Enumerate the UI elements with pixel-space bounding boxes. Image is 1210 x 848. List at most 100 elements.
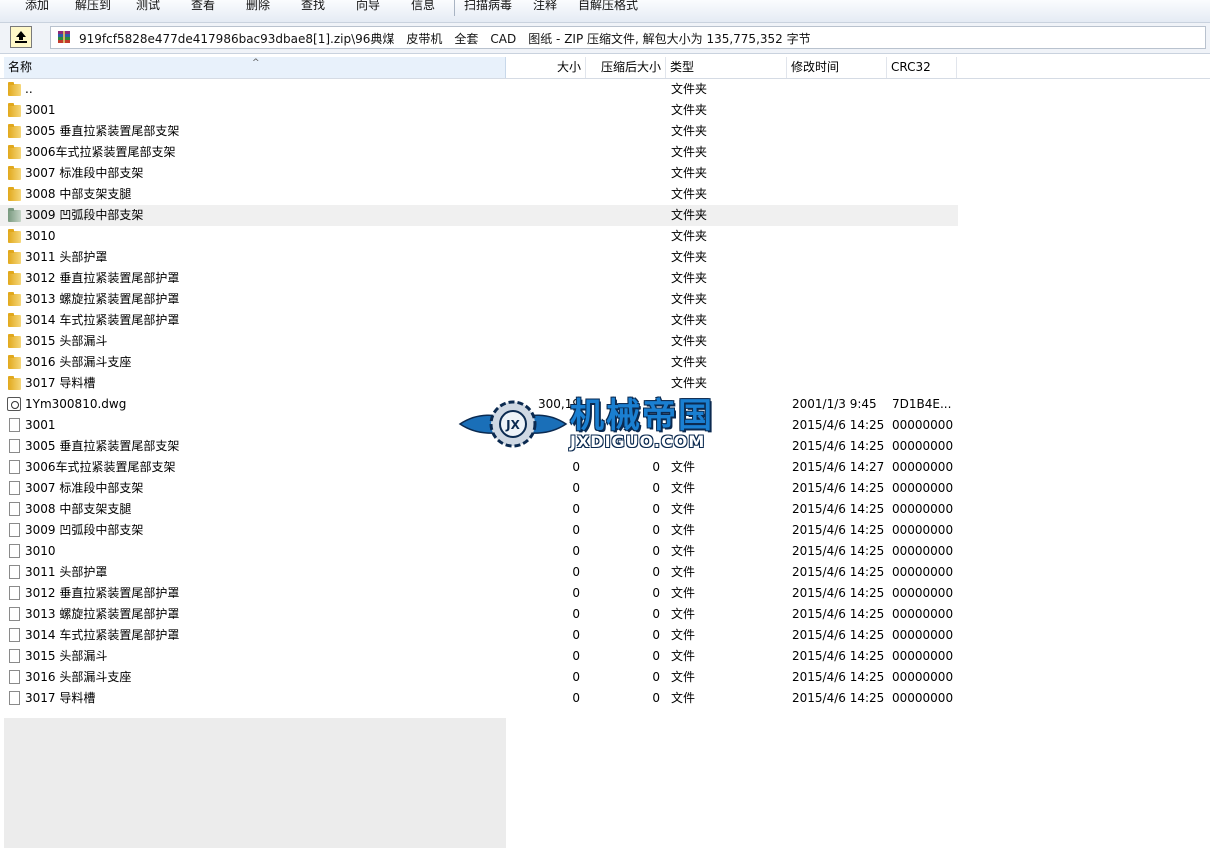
comment-button[interactable]: 注释 bbox=[533, 0, 557, 14]
cell-name: .. bbox=[25, 82, 33, 96]
cell-packed: 0 bbox=[652, 481, 660, 495]
cell-type: 文件夹 bbox=[671, 208, 708, 222]
cell-name: 3008 中部支架支腿 bbox=[25, 502, 132, 516]
cell-type: 文件 bbox=[671, 523, 696, 537]
list-item[interactable]: 3014 车式拉紧装置尾部护罩 0 0 文件 2015/4/6 14:25 0000000… bbox=[0, 625, 958, 646]
cell-size: 0 bbox=[572, 691, 580, 705]
cell-type: 文件 bbox=[671, 544, 696, 558]
cell-crc: 00000000 bbox=[892, 607, 954, 621]
add-button[interactable]: 添加 bbox=[25, 0, 49, 14]
list-item[interactable]: 3012 垂直拉紧装置尾部护罩 0 0 文件 2015/4/6 14:25 0000000… bbox=[0, 583, 958, 604]
header-crc[interactable]: CRC32 bbox=[887, 57, 957, 78]
list-item[interactable]: 3006车式拉紧装置尾部支架 文件夹 bbox=[0, 142, 958, 163]
cell-name: 3017 导料槽 bbox=[25, 376, 96, 390]
cell-name: 3016 头部漏斗支座 bbox=[25, 355, 132, 369]
list-item[interactable]: 3014 车式拉紧装置尾部护罩 文件夹 bbox=[0, 310, 958, 331]
list-item[interactable]: 3012 垂直拉紧装置尾部护罩 文件夹 bbox=[0, 268, 958, 289]
cell-crc: 00000000 bbox=[892, 544, 954, 558]
list-item[interactable]: 3015 头部漏斗 0 0 文件 2015/4/6 14:25 00000000 bbox=[0, 646, 958, 667]
cell-size: 0 bbox=[572, 502, 580, 516]
address-field[interactable]: 919fcf5828e477de417986bac93dbae8[1].zip\… bbox=[50, 26, 1206, 49]
list-item[interactable]: 3006车式拉紧装置尾部支架 0 0 文件 2015/4/6 14:27 00000000 bbox=[0, 457, 958, 478]
up-folder-button[interactable] bbox=[10, 26, 32, 48]
list-item[interactable]: 3007 标准段中部支架 文件夹 bbox=[0, 163, 958, 184]
list-item[interactable]: 3005 垂直拉紧装置尾部支架 文件夹 bbox=[0, 121, 958, 142]
cell-crc: 00000000 bbox=[892, 649, 954, 663]
header-size-label: 大小 bbox=[556, 60, 581, 74]
list-item[interactable]: 3010 0 0 文件 2015/4/6 14:25 00000000 bbox=[0, 541, 958, 562]
header-modified[interactable]: 修改时间 bbox=[787, 57, 887, 78]
wizard-button[interactable]: 向导 bbox=[356, 0, 380, 14]
cell-crc: 00000000 bbox=[892, 628, 954, 642]
list-item[interactable]: 3016 头部漏斗支座 文件夹 bbox=[0, 352, 958, 373]
list-item[interactable]: 3008 中部支架支腿 文件夹 bbox=[0, 184, 958, 205]
cell-type: 文件夹 bbox=[671, 334, 708, 348]
cell-type: 文件夹 bbox=[671, 166, 708, 180]
file-icon bbox=[9, 502, 20, 516]
cell-size: 0 bbox=[572, 586, 580, 600]
delete-button[interactable]: 删除 bbox=[246, 0, 270, 14]
list-item[interactable]: 3007 标准段中部支架 0 0 文件 2015/4/6 14:25 00000000 bbox=[0, 478, 958, 499]
list-item[interactable]: 3008 中部支架支腿 0 0 文件 2015/4/6 14:25 00000000 bbox=[0, 499, 958, 520]
cell-size: 0 bbox=[572, 544, 580, 558]
cell-name: 3010 bbox=[25, 544, 56, 558]
list-item[interactable]: 3009 凹弧段中部支架 0 0 文件 2015/4/6 14:25 00000000 bbox=[0, 520, 958, 541]
cell-type: 文件夹 bbox=[671, 313, 708, 327]
test-button[interactable]: 测试 bbox=[136, 0, 160, 14]
list-item[interactable]: 3016 头部漏斗支座 0 0 文件 2015/4/6 14:25 00000000 bbox=[0, 667, 958, 688]
list-item[interactable]: 3010 文件夹 bbox=[0, 226, 958, 247]
cell-type: 文件夹 bbox=[671, 355, 708, 369]
find-button[interactable]: 查找 bbox=[301, 0, 325, 14]
cell-type: 文件 bbox=[671, 565, 696, 579]
cell-packed: 0 bbox=[652, 628, 660, 642]
toolbar-separator bbox=[454, 0, 455, 16]
sfx-button[interactable]: 自解压格式 bbox=[578, 0, 638, 14]
file-icon bbox=[9, 565, 20, 579]
cell-type: 文件 bbox=[671, 607, 696, 621]
list-item[interactable]: 3001 文件夹 bbox=[0, 100, 958, 121]
folder-icon bbox=[8, 103, 21, 117]
cell-type: 文件夹 bbox=[671, 103, 708, 117]
cell-name: 3017 导料槽 bbox=[25, 691, 96, 705]
header-name[interactable]: 名称 ^ bbox=[4, 57, 506, 78]
extract-to-button[interactable]: 解压到 bbox=[75, 0, 111, 14]
cell-modified: 2015/4/6 14:25 bbox=[792, 607, 885, 621]
list-item[interactable]: 3011 头部护罩 0 0 文件 2015/4/6 14:25 00000000 bbox=[0, 562, 958, 583]
address-path: 919fcf5828e477de417986bac93dbae8[1].zip\… bbox=[79, 32, 811, 46]
folder-icon bbox=[8, 166, 21, 180]
info-button[interactable]: 信息 bbox=[411, 0, 435, 14]
header-size[interactable]: 大小 bbox=[506, 57, 586, 78]
virus-scan-button[interactable]: 扫描病毒 bbox=[464, 0, 512, 14]
up-arrow-icon bbox=[15, 31, 27, 43]
list-item[interactable]: 3017 导料槽 文件夹 bbox=[0, 373, 958, 394]
cell-name: 3015 头部漏斗 bbox=[25, 334, 108, 348]
cell-modified: 2015/4/6 14:25 bbox=[792, 481, 885, 495]
file-icon bbox=[9, 628, 20, 642]
address-bar: 919fcf5828e477de417986bac93dbae8[1].zip\… bbox=[0, 23, 1210, 54]
header-modified-label: 修改时间 bbox=[791, 60, 840, 74]
list-item[interactable]: 3015 头部漏斗 文件夹 bbox=[0, 331, 958, 352]
cell-name: 3013 螺旋拉紧装置尾部护罩 bbox=[25, 607, 180, 621]
header-type[interactable]: 类型 bbox=[666, 57, 787, 78]
list-item[interactable]: 3017 导料槽 0 0 文件 2015/4/6 14:25 00000000 bbox=[0, 688, 958, 709]
file-icon bbox=[9, 691, 20, 705]
folder-icon bbox=[8, 271, 21, 285]
list-item[interactable]: 3009 凹弧段中部支架 文件夹 bbox=[0, 205, 958, 226]
cell-name: 3005 垂直拉紧装置尾部支架 bbox=[25, 124, 180, 138]
header-packed[interactable]: 压缩后大小 bbox=[586, 57, 666, 78]
cell-crc: 7D1B4E... bbox=[892, 397, 952, 411]
view-button[interactable]: 查看 bbox=[191, 0, 215, 14]
cell-name: 3009 凹弧段中部支架 bbox=[25, 208, 144, 222]
list-item[interactable]: 3011 头部护罩 文件夹 bbox=[0, 247, 958, 268]
cell-modified: 2015/4/6 14:25 bbox=[792, 565, 885, 579]
cell-type: 文件夹 bbox=[671, 82, 708, 96]
cell-type: 文件 bbox=[671, 502, 696, 516]
list-item[interactable]: 3013 螺旋拉紧装置尾部护罩 0 0 文件 2015/4/6 14:25 0000000… bbox=[0, 604, 958, 625]
cell-crc: 00000000 bbox=[892, 502, 954, 516]
svg-text:JX: JX bbox=[505, 418, 520, 432]
cell-crc: 00000000 bbox=[892, 670, 954, 684]
list-item[interactable]: .. 文件夹 bbox=[0, 79, 958, 100]
cell-name: 3007 标准段中部支架 bbox=[25, 166, 144, 180]
list-item[interactable]: 3013 螺旋拉紧装置尾部护罩 文件夹 bbox=[0, 289, 958, 310]
file-icon bbox=[9, 649, 20, 663]
